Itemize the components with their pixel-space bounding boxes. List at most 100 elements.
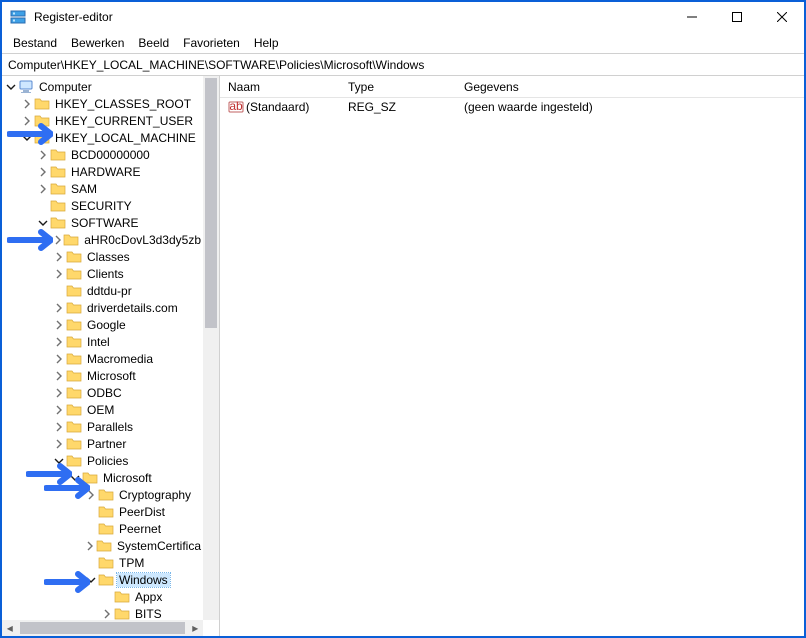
scrollbar-thumb[interactable] bbox=[205, 78, 217, 328]
tree-vertical-scrollbar[interactable] bbox=[203, 76, 219, 620]
tree-node[interactable]: Clients bbox=[2, 265, 203, 282]
tree-node-label: HARDWARE bbox=[69, 165, 143, 179]
menu-beeld[interactable]: Beeld bbox=[131, 33, 176, 53]
tree-node[interactable]: SystemCertifica bbox=[2, 537, 203, 554]
tree-node[interactable]: HKEY_CURRENT_USER bbox=[2, 112, 203, 129]
expander-closed-icon[interactable] bbox=[84, 539, 96, 553]
close-button[interactable] bbox=[759, 2, 804, 32]
menu-favorieten[interactable]: Favorieten bbox=[176, 33, 247, 53]
tree-node-label: BITS bbox=[133, 607, 164, 621]
tree-node-label: Clients bbox=[85, 267, 126, 281]
computer-icon bbox=[18, 79, 34, 95]
address-bar[interactable]: Computer\HKEY_LOCAL_MACHINE\SOFTWARE\Pol… bbox=[2, 54, 804, 76]
tree-node[interactable]: ddtdu-pr bbox=[2, 282, 203, 299]
folder-icon bbox=[114, 589, 130, 605]
tree-view[interactable]: ComputerHKEY_CLASSES_ROOT HKEY_CURRENT_US… bbox=[2, 76, 203, 620]
expander-open-icon[interactable] bbox=[4, 80, 18, 94]
expander-closed-icon[interactable] bbox=[84, 488, 98, 502]
tree-node[interactable]: SECURITY bbox=[2, 197, 203, 214]
tree-node[interactable]: Microsoft bbox=[2, 367, 203, 384]
folder-icon bbox=[114, 606, 130, 621]
tree-node[interactable]: HKEY_CLASSES_ROOT bbox=[2, 95, 203, 112]
expander-closed-icon[interactable] bbox=[52, 250, 66, 264]
tree-node[interactable]: Microsoft bbox=[2, 469, 203, 486]
maximize-button[interactable] bbox=[714, 2, 759, 32]
expander-open-icon[interactable] bbox=[52, 454, 66, 468]
folder-icon bbox=[50, 198, 66, 214]
expander-closed-icon[interactable] bbox=[36, 182, 50, 196]
tree-node[interactable]: Parallels bbox=[2, 418, 203, 435]
tree-node[interactable]: Computer bbox=[2, 78, 203, 95]
tree-node[interactable]: Google bbox=[2, 316, 203, 333]
tree-node[interactable]: Intel bbox=[2, 333, 203, 350]
expander-closed-icon[interactable] bbox=[52, 335, 66, 349]
value-name: (Standaard) bbox=[246, 100, 309, 114]
menubar: Bestand Bewerken Beeld Favorieten Help bbox=[2, 32, 804, 54]
tree-node[interactable]: Windows bbox=[2, 571, 203, 588]
column-header-data[interactable]: Gegevens bbox=[456, 77, 804, 97]
tree-node[interactable]: Classes bbox=[2, 248, 203, 265]
address-path: Computer\HKEY_LOCAL_MACHINE\SOFTWARE\Pol… bbox=[8, 58, 424, 72]
expander-open-icon[interactable] bbox=[20, 131, 34, 145]
tree-node[interactable]: PeerDist bbox=[2, 503, 203, 520]
expander-closed-icon[interactable] bbox=[52, 386, 66, 400]
tree-node-label: Microsoft bbox=[85, 369, 138, 383]
expander-closed-icon[interactable] bbox=[52, 267, 66, 281]
scrollbar-thumb[interactable] bbox=[20, 622, 186, 634]
expander-closed-icon[interactable] bbox=[20, 97, 34, 111]
scroll-left-icon[interactable]: ◂ bbox=[2, 621, 18, 635]
minimize-button[interactable] bbox=[669, 2, 714, 32]
tree-node[interactable]: Peernet bbox=[2, 520, 203, 537]
tree-node[interactable]: aHR0cDovL3d3dy5zb bbox=[2, 231, 203, 248]
tree-node[interactable]: Macromedia bbox=[2, 350, 203, 367]
expander-open-icon[interactable] bbox=[36, 216, 50, 230]
folder-icon bbox=[96, 538, 112, 554]
tree-node[interactable]: BITS bbox=[2, 605, 203, 620]
tree-horizontal-scrollbar[interactable]: ◂ ▸ bbox=[2, 620, 203, 636]
expander-closed-icon[interactable] bbox=[52, 233, 63, 247]
menu-help[interactable]: Help bbox=[247, 33, 286, 53]
expander-closed-icon[interactable] bbox=[52, 437, 66, 451]
tree-node[interactable]: BCD00000000 bbox=[2, 146, 203, 163]
tree-node[interactable]: Appx bbox=[2, 588, 203, 605]
expander-open-icon[interactable] bbox=[68, 471, 82, 485]
list-header: Naam Type Gegevens bbox=[220, 76, 804, 98]
scroll-right-icon[interactable]: ▸ bbox=[187, 621, 203, 635]
tree-node[interactable]: SOFTWARE bbox=[2, 214, 203, 231]
menu-bewerken[interactable]: Bewerken bbox=[64, 33, 131, 53]
tree-node[interactable]: driverdetails.com bbox=[2, 299, 203, 316]
expander-closed-icon[interactable] bbox=[100, 607, 114, 621]
expander-closed-icon[interactable] bbox=[52, 301, 66, 315]
expander-open-icon[interactable] bbox=[84, 573, 98, 587]
expander-closed-icon[interactable] bbox=[36, 148, 50, 162]
expander-closed-icon[interactable] bbox=[52, 352, 66, 366]
tree-node-label: Macromedia bbox=[85, 352, 155, 366]
expander-closed-icon[interactable] bbox=[20, 114, 34, 128]
column-header-name[interactable]: Naam bbox=[220, 77, 340, 97]
tree-node-label: BCD00000000 bbox=[69, 148, 152, 162]
tree-node[interactable]: OEM bbox=[2, 401, 203, 418]
expander-closed-icon[interactable] bbox=[52, 420, 66, 434]
tree-node[interactable]: ODBC bbox=[2, 384, 203, 401]
folder-icon bbox=[34, 113, 50, 129]
tree-node[interactable]: SAM bbox=[2, 180, 203, 197]
tree-node[interactable]: Cryptography bbox=[2, 486, 203, 503]
tree-node-label: Microsoft bbox=[101, 471, 154, 485]
folder-icon bbox=[66, 266, 82, 282]
list-row[interactable]: ab(Standaard)REG_SZ(geen waarde ingestel… bbox=[220, 98, 804, 116]
tree-node-label: HKEY_CURRENT_USER bbox=[53, 114, 195, 128]
tree-node[interactable]: HARDWARE bbox=[2, 163, 203, 180]
tree-node-label: SOFTWARE bbox=[69, 216, 141, 230]
tree-node[interactable]: HKEY_LOCAL_MACHINE bbox=[2, 129, 203, 146]
list-body[interactable]: ab(Standaard)REG_SZ(geen waarde ingestel… bbox=[220, 98, 804, 116]
tree-node[interactable]: Policies bbox=[2, 452, 203, 469]
expander-closed-icon[interactable] bbox=[36, 165, 50, 179]
expander-closed-icon[interactable] bbox=[52, 318, 66, 332]
menu-bestand[interactable]: Bestand bbox=[6, 33, 64, 53]
titlebar[interactable]: Register-editor bbox=[2, 2, 804, 32]
expander-closed-icon[interactable] bbox=[52, 403, 66, 417]
column-header-type[interactable]: Type bbox=[340, 77, 456, 97]
tree-node[interactable]: Partner bbox=[2, 435, 203, 452]
tree-node[interactable]: TPM bbox=[2, 554, 203, 571]
expander-closed-icon[interactable] bbox=[52, 369, 66, 383]
